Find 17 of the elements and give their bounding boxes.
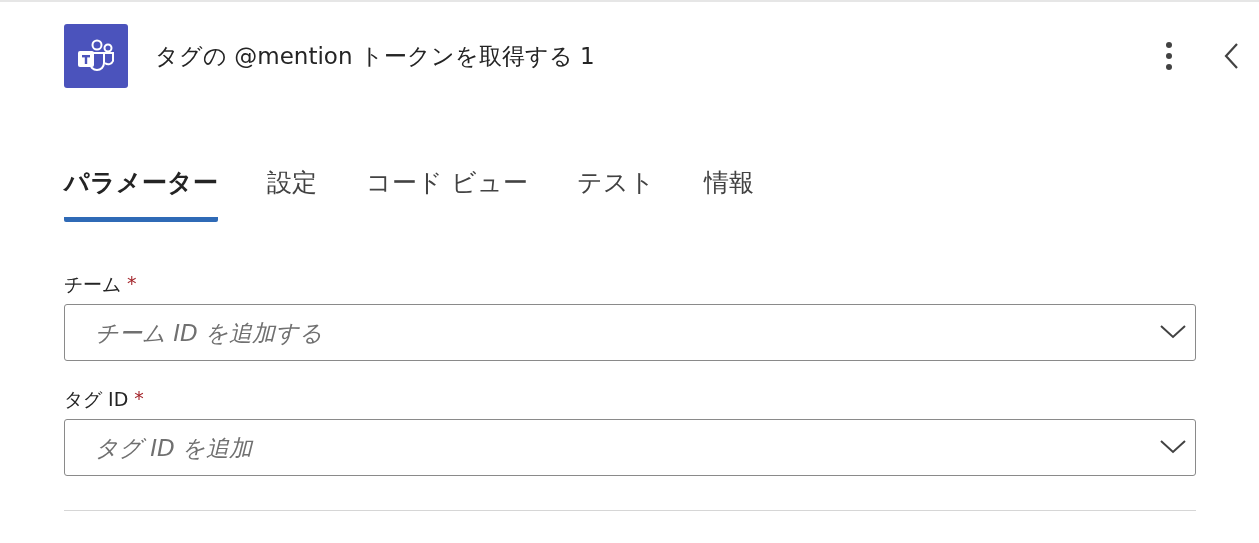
required-mark: * <box>134 387 144 411</box>
tab[interactable]: 情報 <box>703 166 754 222</box>
chevron-down-icon[interactable] <box>1160 440 1186 454</box>
tab[interactable]: コード ビュー <box>366 166 528 222</box>
field-label: チーム <box>64 272 121 297</box>
required-mark: * <box>127 272 137 296</box>
dropdown-field[interactable]: チーム ID を追加する <box>64 304 1196 361</box>
tab[interactable]: パラメーター <box>64 166 218 222</box>
dropdown-field[interactable]: タグ ID を追加 <box>64 419 1196 476</box>
field-label: タグ ID <box>64 387 129 412</box>
collapse-chevron-icon[interactable] <box>1223 42 1239 70</box>
tab[interactable]: 設定 <box>267 166 317 222</box>
tab[interactable]: テスト <box>576 166 655 222</box>
teams-logo-icon <box>64 24 128 88</box>
more-options-icon[interactable] <box>1165 41 1173 71</box>
chevron-down-icon[interactable] <box>1160 325 1186 339</box>
action-title: タグの @mention トークンを取得する 1 <box>155 41 596 71</box>
